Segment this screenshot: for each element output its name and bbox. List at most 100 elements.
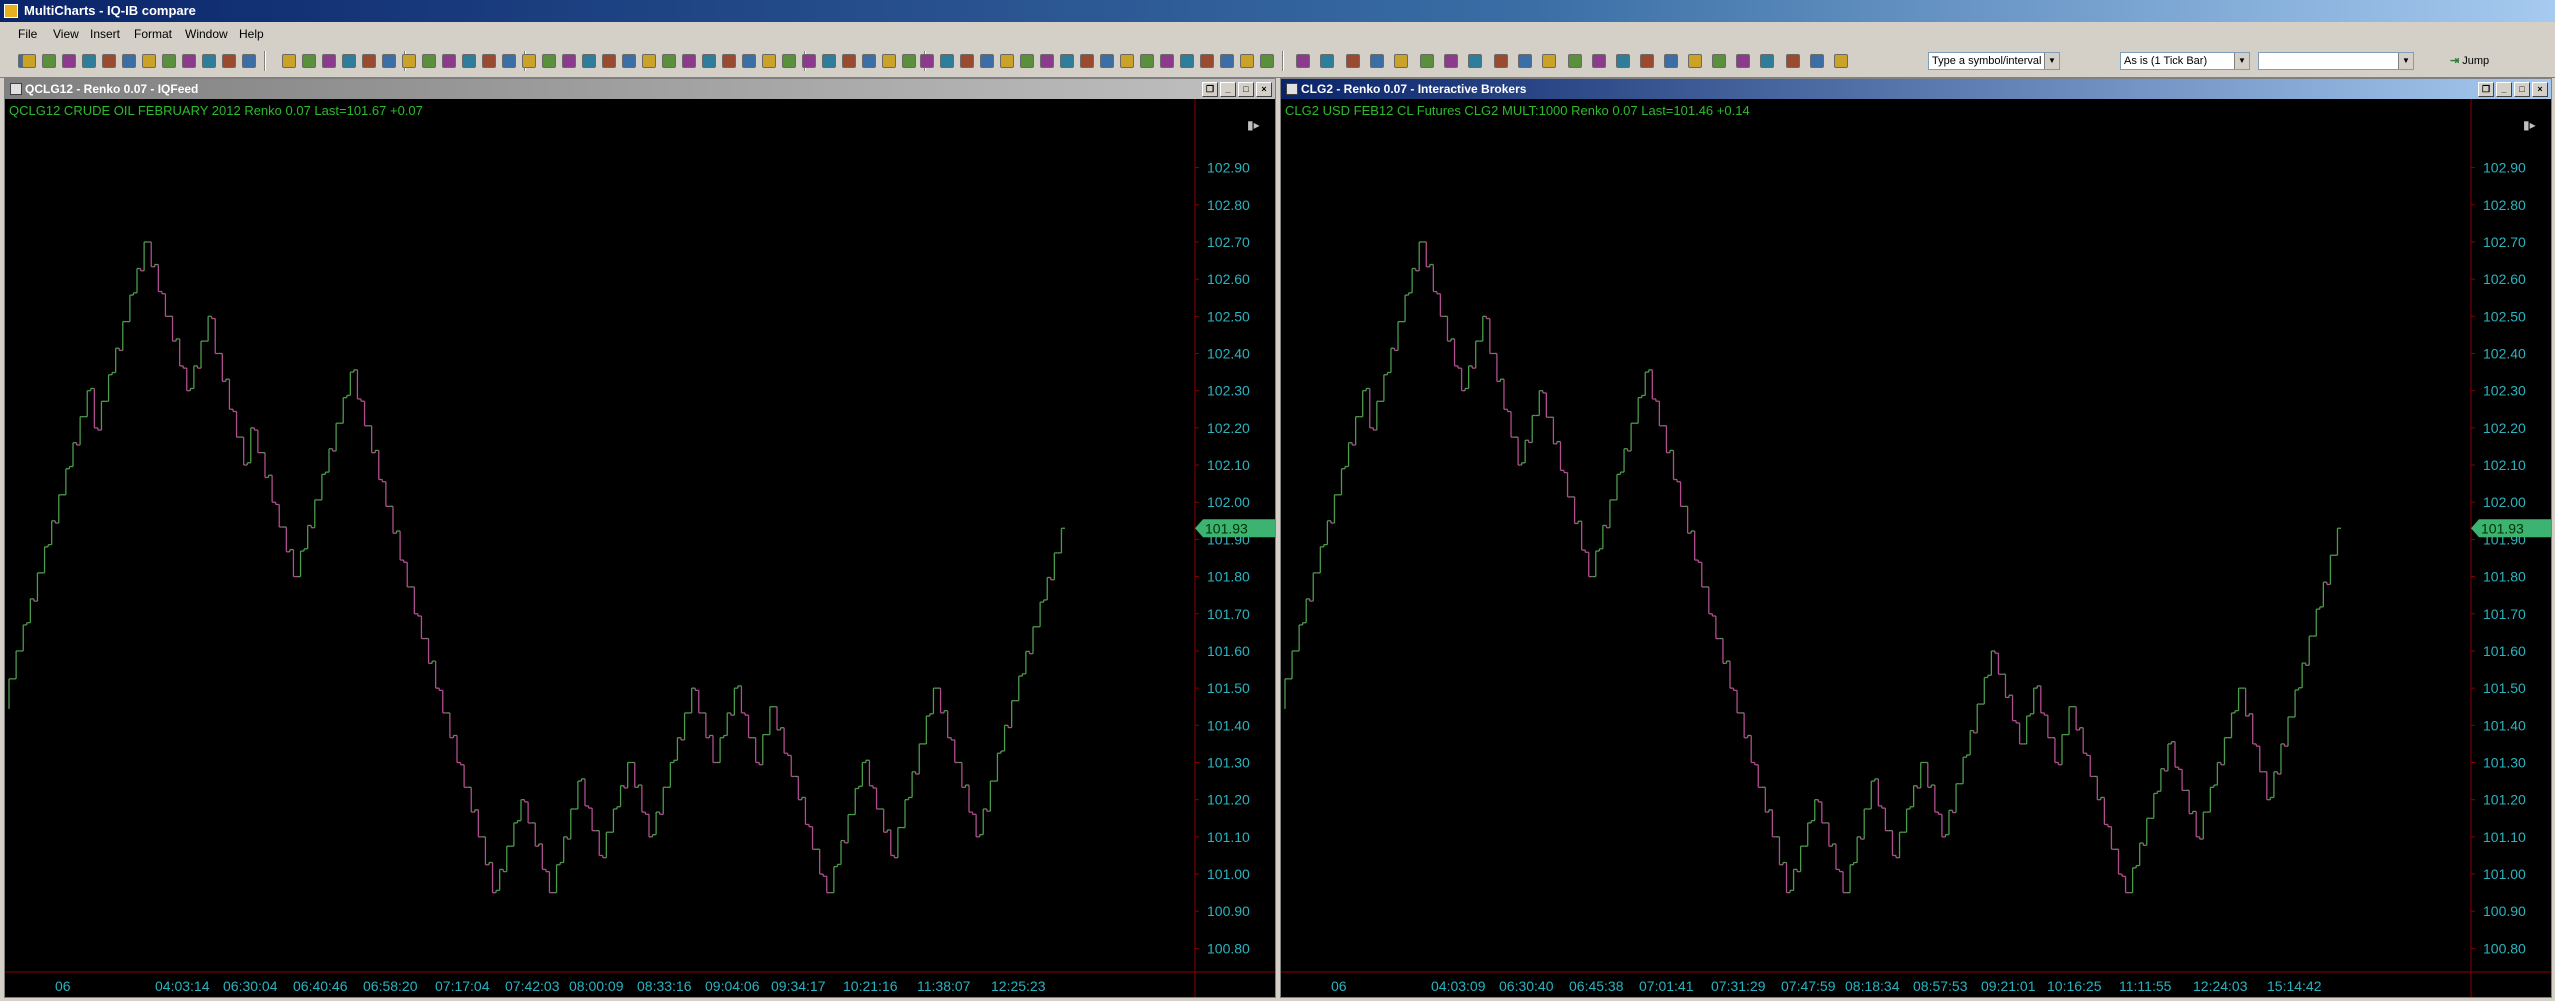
minimize-icon[interactable]: _ — [2496, 82, 2512, 97]
chevron-down-icon[interactable]: ▼ — [2044, 53, 2059, 69]
toolbar-tool-icon[interactable] — [582, 54, 596, 68]
toolbar-tool-icon[interactable] — [102, 54, 116, 68]
toolbar-tool-icon[interactable] — [1100, 54, 1114, 68]
toolbar-tool-icon[interactable] — [722, 54, 736, 68]
toolbar-tool-icon[interactable] — [1320, 54, 1334, 68]
close-icon[interactable]: × — [2532, 82, 2548, 97]
maximize-icon[interactable]: □ — [1238, 82, 1254, 97]
toolbar-tool-icon[interactable] — [862, 54, 876, 68]
toolbar-tool-icon[interactable] — [742, 54, 756, 68]
chevron-down-icon[interactable]: ▼ — [2234, 53, 2249, 69]
toolbar-tool-icon[interactable] — [22, 54, 36, 68]
toolbar-tool-icon[interactable] — [1810, 54, 1824, 68]
toolbar-tool-icon[interactable] — [1000, 54, 1014, 68]
toolbar-tool-icon[interactable] — [1394, 54, 1408, 68]
menu-file[interactable]: File — [18, 26, 37, 42]
toolbar-tool-icon[interactable] — [1180, 54, 1194, 68]
toolbar-tool-icon[interactable] — [82, 54, 96, 68]
toolbar-tool-icon[interactable] — [1664, 54, 1678, 68]
toolbar-tool-icon[interactable] — [562, 54, 576, 68]
extra-select[interactable]: ▼ — [2258, 52, 2414, 70]
toolbar-tool-icon[interactable] — [802, 54, 816, 68]
toolbar-tool-icon[interactable] — [122, 54, 136, 68]
toolbar-tool-icon[interactable] — [1712, 54, 1726, 68]
interval-select[interactable]: As is (1 Tick Bar) ▼ — [2120, 52, 2250, 70]
toolbar-tool-icon[interactable] — [1160, 54, 1174, 68]
toolbar-tool-icon[interactable] — [502, 54, 516, 68]
toolbar-tool-icon[interactable] — [920, 54, 934, 68]
toolbar-tool-icon[interactable] — [662, 54, 676, 68]
toolbar-tool-icon[interactable] — [762, 54, 776, 68]
toolbar-tool-icon[interactable] — [1240, 54, 1254, 68]
toolbar-tool-icon[interactable] — [442, 54, 456, 68]
toolbar-tool-icon[interactable] — [1518, 54, 1532, 68]
toolbar-tool-icon[interactable] — [142, 54, 156, 68]
toolbar-tool-icon[interactable] — [1468, 54, 1482, 68]
toolbar-tool-icon[interactable] — [842, 54, 856, 68]
toolbar-tool-icon[interactable] — [1542, 54, 1556, 68]
menu-window[interactable]: Window — [185, 26, 228, 42]
toolbar-tool-icon[interactable] — [62, 54, 76, 68]
toolbar-tool-icon[interactable] — [1760, 54, 1774, 68]
toolbar-tool-icon[interactable] — [602, 54, 616, 68]
toolbar-tool-icon[interactable] — [902, 54, 916, 68]
chart-window-clg2[interactable]: CLG2 - Renko 0.07 - Interactive Brokers … — [1280, 78, 2552, 998]
toolbar-tool-icon[interactable] — [1494, 54, 1508, 68]
toolbar-tool-icon[interactable] — [482, 54, 496, 68]
toolbar-tool-icon[interactable] — [282, 54, 296, 68]
toolbar-tool-icon[interactable] — [882, 54, 896, 68]
toolbar-tool-icon[interactable] — [642, 54, 656, 68]
toolbar-tool-icon[interactable] — [1568, 54, 1582, 68]
toolbar-tool-icon[interactable] — [1370, 54, 1384, 68]
toolbar-tool-icon[interactable] — [1786, 54, 1800, 68]
toolbar-tool-icon[interactable] — [202, 54, 216, 68]
chevron-down-icon[interactable]: ▼ — [2398, 53, 2413, 69]
toolbar-tool-icon[interactable] — [362, 54, 376, 68]
toolbar-tool-icon[interactable] — [1120, 54, 1134, 68]
minimize-icon[interactable]: _ — [1220, 82, 1236, 97]
toolbar-tool-icon[interactable] — [1040, 54, 1054, 68]
toolbar-tool-icon[interactable] — [42, 54, 56, 68]
renko-chart-clg2[interactable]: CLG2 USD FEB12 CL Futures CLG2 MULT:1000… — [1281, 99, 2551, 997]
chart-window-titlebar[interactable]: CLG2 - Renko 0.07 - Interactive Brokers … — [1281, 79, 2551, 99]
toolbar-tool-icon[interactable] — [342, 54, 356, 68]
scroll-right-icon[interactable]: ▮▸ — [1247, 118, 1260, 132]
scroll-right-icon[interactable]: ▮▸ — [2523, 118, 2536, 132]
toolbar-tool-icon[interactable] — [322, 54, 336, 68]
menu-help[interactable]: Help — [239, 26, 264, 42]
toolbar-tool-icon[interactable] — [980, 54, 994, 68]
toolbar-tool-icon[interactable] — [1834, 54, 1848, 68]
toolbar-tool-icon[interactable] — [1020, 54, 1034, 68]
toolbar-tool-icon[interactable] — [1616, 54, 1630, 68]
toolbar-tool-icon[interactable] — [162, 54, 176, 68]
toolbar-tool-icon[interactable] — [1260, 54, 1274, 68]
toolbar-tool-icon[interactable] — [782, 54, 796, 68]
toolbar-tool-icon[interactable] — [1346, 54, 1360, 68]
toolbar-tool-icon[interactable] — [1420, 54, 1434, 68]
toolbar-tool-icon[interactable] — [522, 54, 536, 68]
toolbar-tool-icon[interactable] — [940, 54, 954, 68]
toolbar-tool-icon[interactable] — [1080, 54, 1094, 68]
renko-chart-qclg12[interactable]: QCLG12 CRUDE OIL FEBRUARY 2012 Renko 0.0… — [5, 99, 1275, 997]
toolbar-tool-icon[interactable] — [1140, 54, 1154, 68]
toolbar-tool-icon[interactable] — [1296, 54, 1310, 68]
toolbar-tool-icon[interactable] — [1200, 54, 1214, 68]
toolbar-tool-icon[interactable] — [182, 54, 196, 68]
menu-format[interactable]: Format — [134, 26, 172, 42]
toolbar-tool-icon[interactable] — [402, 54, 416, 68]
menu-insert[interactable]: Insert — [90, 26, 120, 42]
chart-window-qclg12[interactable]: QCLG12 - Renko 0.07 - IQFeed ❐ _ □ × QCLG12… — [4, 78, 1276, 998]
restore-icon[interactable]: ❐ — [2478, 82, 2494, 97]
close-icon[interactable]: × — [1256, 82, 1272, 97]
menu-view[interactable]: View — [53, 26, 79, 42]
toolbar-tool-icon[interactable] — [1640, 54, 1654, 68]
toolbar-tool-icon[interactable] — [302, 54, 316, 68]
jump-button[interactable]: ⇥ Jump — [2450, 52, 2489, 70]
restore-icon[interactable]: ❐ — [1202, 82, 1218, 97]
toolbar-tool-icon[interactable] — [960, 54, 974, 68]
toolbar-tool-icon[interactable] — [682, 54, 696, 68]
toolbar-tool-icon[interactable] — [422, 54, 436, 68]
toolbar-tool-icon[interactable] — [1220, 54, 1234, 68]
toolbar-tool-icon[interactable] — [382, 54, 396, 68]
maximize-icon[interactable]: □ — [2514, 82, 2530, 97]
